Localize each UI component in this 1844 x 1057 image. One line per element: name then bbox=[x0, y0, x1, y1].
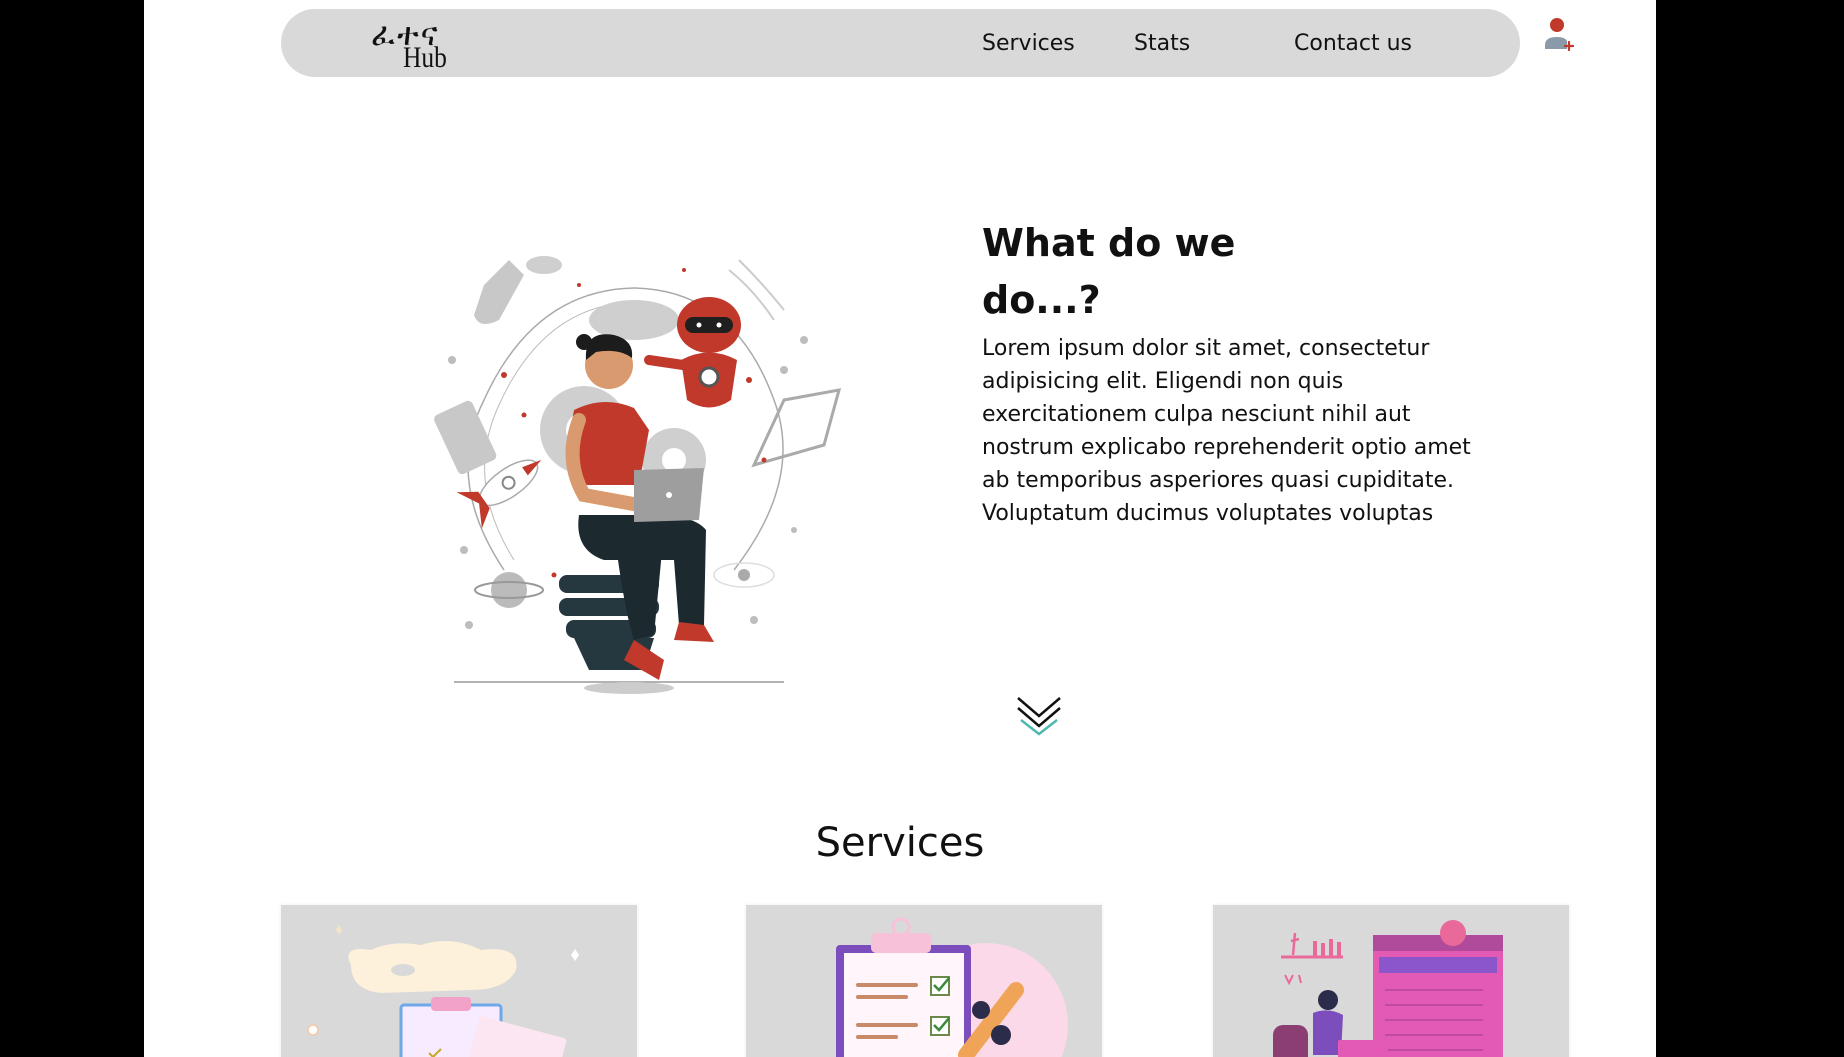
service-card-3[interactable] bbox=[1213, 905, 1569, 1057]
hero-title: What do we do...? bbox=[982, 221, 1236, 322]
service-card-2[interactable] bbox=[746, 905, 1102, 1057]
hero-illustration bbox=[334, 230, 854, 710]
service-card-3-illustration bbox=[1273, 920, 1503, 1057]
service-card-1[interactable] bbox=[281, 905, 637, 1057]
logo[interactable]: ፈተና Hub bbox=[371, 9, 471, 77]
services-title: Services bbox=[815, 820, 985, 866]
hero-body-text: Lorem ipsum dolor sit amet, consectetur … bbox=[982, 336, 1471, 526]
page: ፈተና Hub Services Stats Contact us What d… bbox=[144, 0, 1656, 1057]
service-card-2-illustration bbox=[836, 917, 1068, 1057]
nav-link-contact[interactable]: Contact us bbox=[1294, 31, 1412, 56]
nav-link-services[interactable]: Services bbox=[982, 31, 1075, 56]
chevron-double-down-icon[interactable] bbox=[1015, 694, 1063, 738]
navbar: ፈተና Hub Services Stats Contact us bbox=[281, 9, 1520, 77]
user-add-icon[interactable] bbox=[1543, 15, 1577, 53]
logo-text: Hub bbox=[403, 41, 447, 74]
nav-link-stats[interactable]: Stats bbox=[1134, 31, 1190, 56]
service-card-1-illustration bbox=[307, 925, 579, 1057]
